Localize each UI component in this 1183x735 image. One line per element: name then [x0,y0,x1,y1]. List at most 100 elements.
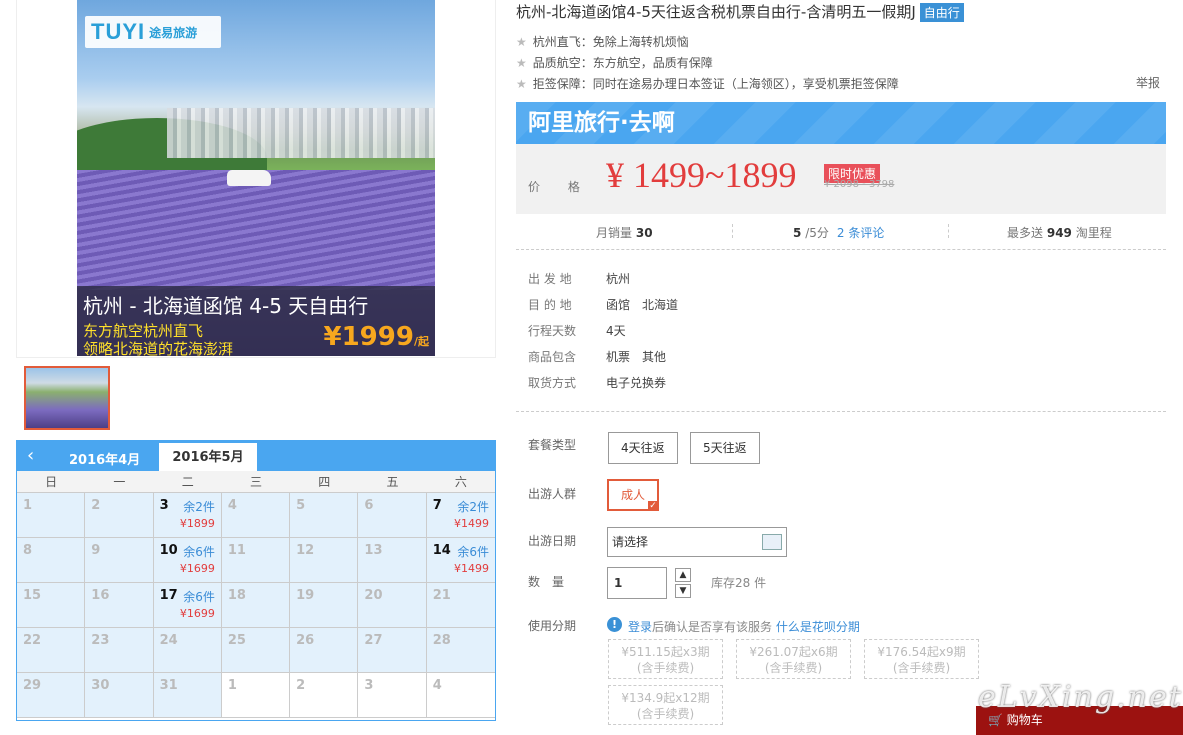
date-picker-input[interactable]: 请选择 [607,527,787,557]
cart-label: 购物车 [1006,713,1043,727]
calendar-day[interactable]: 10 余6件 ¥1699 [153,538,222,583]
calendar-day: 28 [426,628,495,673]
detail-row: 取货方式 电子兑换券 [528,374,666,391]
package-option-5day[interactable]: 5天往返 [690,432,760,464]
detail-row: 目 的 地 函馆 北海道 [528,296,678,313]
tab-month-may[interactable]: 2016年5月 [159,443,257,471]
day-stock: 余6件 [183,545,215,559]
calendar-day: 21 [426,583,495,628]
people-option-adult[interactable]: 成人 [607,479,659,511]
calendar-day: 30 [85,673,154,718]
calendar-day[interactable]: 7 余2件 ¥1499 [426,493,495,538]
feature-item: ★ 杭州直飞：免除上海转机烦恼 [516,33,689,50]
thumbnail-image[interactable] [24,366,110,430]
login-link[interactable]: 登录 [628,620,652,634]
plan-amount: ¥176.54起x9期 [877,645,966,659]
detail-key: 目 的 地 [528,298,572,312]
day-number: 8 [23,543,33,558]
rating: 5 /5分 2 条评论 [793,224,884,241]
hero-lavender-field [77,170,435,290]
calendar-day: 4 [221,493,291,538]
day-price: ¥1899 [179,517,215,530]
quantity-input[interactable]: 1 [607,567,667,599]
price-currency: ¥ [606,155,624,195]
installment-plan-9[interactable]: ¥176.54起x9期 (含手续费) [864,639,979,679]
points-suffix: 淘里程 [1075,226,1112,240]
calendar-day: 6 [358,493,427,538]
package-option-4day[interactable]: 4天往返 [608,432,678,464]
day-number: 21 [432,588,451,603]
cart-icon: 🛒 [988,713,1003,727]
day-price: ¥1699 [179,562,215,575]
calendar-weekdays: 日一二三四五六 [17,471,495,493]
hero-image[interactable]: TUYI 途易旅游 杭州 - 北海道函馆 4-5 天自由行 东方航空杭州直飞 领… [77,0,435,356]
calendar-day: 4 [426,673,495,718]
score-value: 5 [793,226,802,240]
day-number: 25 [227,633,246,648]
calendar-day: 5 [290,493,359,538]
weekday-label: 三 [249,475,262,489]
day-number: 9 [91,543,101,558]
calendar-day[interactable]: 14 余6件 ¥1499 [426,538,495,583]
points-prefix: 最多送 [1007,226,1044,240]
divider [948,224,949,238]
increment-icon[interactable]: ▲ [675,568,691,582]
section-divider [516,411,1166,412]
calendar-day: 2 [290,673,359,718]
hero-price-suffix: /起 [413,335,429,348]
calendar-day: 26 [290,628,359,673]
calendar-day: 2 [85,493,154,538]
day-price: ¥1499 [453,517,489,530]
installment-plan-12[interactable]: ¥134.9起x12期 (含手续费) [608,685,723,725]
calendar-day: 3 [358,673,427,718]
logo-cn: 途易旅游 [149,25,198,40]
installment-plan-3[interactable]: ¥511.15起x3期 (含手续费) [608,639,723,679]
day-number: 20 [364,588,383,603]
calendar-day: 23 [85,628,154,673]
points-value: 949 [1046,226,1072,240]
product-title: 杭州-北海道函馆4-5天往返含税机票自由行-含清明五一假期J 自由行 [516,1,964,22]
calendar-day[interactable]: 17 余6件 ¥1699 [153,583,222,628]
date-label: 出游日期 [528,534,577,548]
calendar-day: 9 [85,538,154,583]
calendar-day[interactable]: 3 余2件 ¥1899 [153,493,222,538]
installment-text: 后确认是否享有该服务 [652,620,773,634]
installment-plan-6[interactable]: ¥261.07起x6期 (含手续费) [736,639,851,679]
chevron-left-icon[interactable]: ‹ [27,445,34,466]
calendar-day: 24 [153,628,222,673]
detail-row: 出 发 地 杭州 [528,270,630,287]
plan-amount: ¥134.9起x12期 [621,691,710,705]
calendar-day: 15 [17,583,86,628]
divider [732,224,733,238]
reviews-link[interactable]: 2 条评论 [837,226,884,240]
day-number: 4 [432,678,442,693]
weekday-label: 二 [181,475,194,489]
price-range: ¥ 1499~1899 [606,154,796,196]
package-label: 套餐类型 [528,438,577,452]
plan-fee: (含手续费) [892,661,951,675]
huabei-link[interactable]: 什么是花呗分期 [776,620,860,634]
calendar-icon[interactable] [762,534,782,550]
quantity-label: 数 量 [528,575,565,589]
sales-value: 30 [635,226,653,240]
sales-label: 月销量 [596,226,633,240]
weekday-label: 日 [45,475,58,489]
report-link[interactable]: 举报 [1136,74,1160,91]
day-number: 19 [296,588,315,603]
plan-amount: ¥261.07起x6期 [749,645,838,659]
installment-label: 使用分期 [528,619,577,633]
day-number: 15 [23,588,42,603]
plan-amount: ¥511.15起x3期 [621,645,710,659]
decrement-icon[interactable]: ▼ [675,584,691,598]
day-number: 1 [227,678,237,693]
day-number: 12 [296,543,315,558]
calendar-day: 25 [221,628,291,673]
price-box: 阿里旅行·去啊 价 格 ¥ 1499~1899 限时优惠 ¥ 2098 - 37… [516,102,1166,214]
calendar-day: 31 [153,673,222,718]
day-number: 29 [23,678,42,693]
tab-month-april[interactable]: 2016年4月 [69,449,140,468]
hero-price-value: ¥1999 [323,322,414,352]
day-number: 10 [159,543,178,558]
day-price: ¥1499 [453,562,489,575]
hero-caption-title: 杭州 - 北海道函馆 4-5 天自由行 [83,294,369,318]
